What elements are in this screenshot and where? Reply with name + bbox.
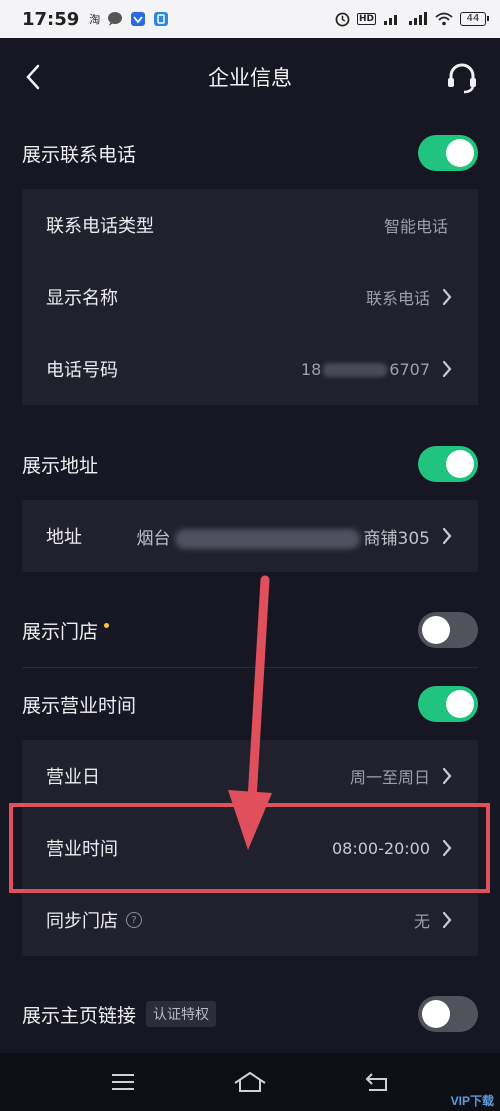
chevron-left-icon (26, 64, 40, 90)
chevron-right-icon (440, 359, 454, 379)
chevron-right-icon (440, 526, 454, 546)
toggle-knob (446, 690, 474, 718)
row-phone-type-value: 智能电话 (383, 217, 448, 236)
row-business-days-label: 营业日 (46, 767, 100, 788)
taobao-icon: 淘 (89, 13, 101, 26)
row-phone-number-value: 18 6707 (301, 360, 430, 379)
homepage-link-toggle[interactable] (418, 996, 478, 1032)
signal-g-icon (383, 12, 401, 26)
store-toggle[interactable] (418, 612, 478, 648)
hd-icon: HD (356, 13, 376, 25)
signal-5g-icon (408, 12, 428, 26)
status-time: 17:59 (22, 8, 80, 30)
chat-icon (107, 11, 123, 27)
section-contact-phone: 展示联系电话 (0, 117, 500, 189)
row-phone-number-label: 电话号码 (46, 360, 118, 381)
page-header: 企业信息 (0, 38, 500, 116)
address-head: 烟台 (136, 528, 171, 549)
certified-badge: 认证特权 (146, 1001, 217, 1027)
back-button[interactable] (18, 60, 48, 94)
section-business-hours: 展示营业时间 (0, 668, 500, 740)
home-button[interactable] (225, 1062, 275, 1102)
battery-icon: 44 (460, 12, 489, 26)
menu-button[interactable] (98, 1062, 148, 1102)
row-display-name-value: 联系电话 (365, 289, 430, 308)
wifi-icon (435, 12, 453, 26)
toggle-knob (422, 1000, 450, 1028)
row-sync-store[interactable]: 同步门店 ? 无 (22, 884, 478, 956)
row-address-value: 烟台 商铺305 (137, 524, 430, 549)
row-sync-store-label: 同步门店 (46, 911, 118, 932)
status-bar: 17:59 淘 HD 44 (0, 0, 500, 38)
system-nav-bar (0, 1053, 500, 1111)
section-store: 展示门店 (0, 594, 500, 666)
shield-icon (130, 11, 146, 27)
section-store-text: 展示门店 (22, 620, 99, 643)
chevron-right-icon (440, 287, 454, 307)
status-right-icons: HD 44 (335, 12, 489, 27)
new-dot-icon (104, 622, 110, 628)
page-title: 企业信息 (208, 66, 292, 90)
redacted-address (174, 528, 360, 549)
home-icon (234, 1071, 266, 1092)
section-store-label: 展示门店 (22, 617, 110, 644)
status-left-icons: 淘 (89, 11, 169, 27)
back-icon (365, 1073, 387, 1091)
help-icon[interactable]: ? (126, 912, 142, 928)
section-address: 展示地址 (0, 428, 500, 500)
row-sync-store-value: 无 (413, 912, 430, 931)
chevron-right-icon (440, 910, 454, 930)
business-hours-toggle[interactable] (418, 686, 478, 722)
section-homepage-label: 展示主页链接 认证特权 (22, 1001, 217, 1028)
address-tail: 商铺305 (363, 528, 430, 549)
row-display-name[interactable]: 显示名称 联系电话 (22, 261, 478, 333)
section-address-label: 展示地址 (22, 454, 99, 477)
row-address-label: 地址 (46, 527, 82, 548)
alarm-icon (335, 12, 350, 27)
contact-card: 联系电话类型 智能电话 显示名称 联系电话 电话号码 18 6707 (22, 189, 478, 405)
redacted-digits (323, 363, 388, 377)
annotation-highlight-box (9, 803, 490, 893)
row-business-days[interactable]: 营业日 周一至周日 (22, 740, 478, 812)
toggle-knob (446, 139, 474, 167)
menu-icon (112, 1074, 135, 1090)
section-homepage-link: 展示主页链接 认证特权 (0, 978, 500, 1050)
chevron-right-icon (440, 766, 454, 786)
phone-number-head: 18 (300, 359, 322, 379)
address-card: 地址 烟台 商铺305 (22, 500, 478, 572)
app-icon (153, 11, 169, 27)
row-business-days-value: 周一至周日 (349, 768, 430, 787)
phone-number-tail: 6707 (389, 359, 430, 379)
row-phone-type-label: 联系电话类型 (46, 216, 154, 237)
row-address[interactable]: 地址 烟台 商铺305 (22, 500, 478, 572)
section-hours-label: 展示营业时间 (22, 694, 137, 717)
address-toggle[interactable] (418, 446, 478, 482)
section-contact-label: 展示联系电话 (22, 143, 137, 166)
section-homepage-text: 展示主页链接 (22, 1004, 137, 1027)
support-button[interactable] (442, 58, 482, 98)
watermark-logo: VIP下载 (450, 1094, 494, 1108)
contact-phone-toggle[interactable] (418, 135, 478, 171)
toggle-knob (422, 616, 450, 644)
headset-icon (448, 63, 476, 94)
row-display-name-label: 显示名称 (46, 288, 118, 309)
row-phone-type[interactable]: 联系电话类型 智能电话 (22, 189, 478, 261)
back-nav-button[interactable] (352, 1062, 402, 1102)
row-phone-number[interactable]: 电话号码 18 6707 (22, 333, 478, 405)
toggle-knob (446, 450, 474, 478)
